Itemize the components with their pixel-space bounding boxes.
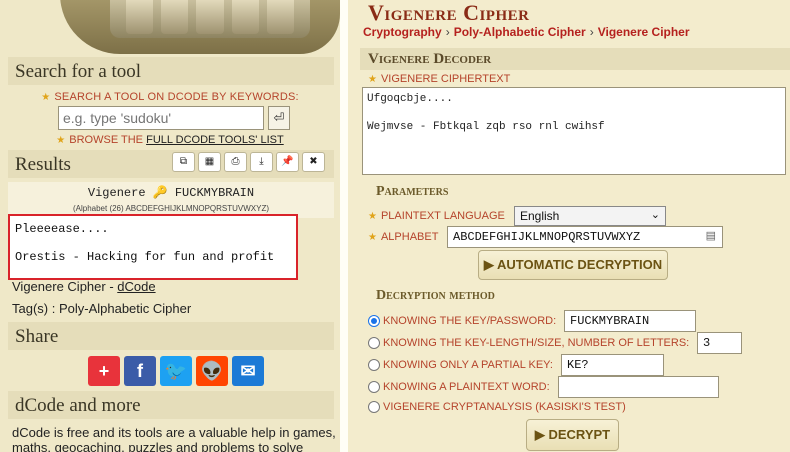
radio-kasiski[interactable] bbox=[368, 401, 380, 413]
method-partial-key-option[interactable]: Knowing only a partial key: bbox=[368, 359, 553, 371]
results-toolbar: ⧉ ▦ ⎙ ⤓ 📌 ✖ bbox=[172, 152, 325, 172]
decryption-method-title: Decryption method bbox=[376, 288, 495, 303]
result-title: Vigenere 🔑 FUCKMYBRAIN bbox=[87, 186, 255, 200]
decoder-title: Vigenere Decoder bbox=[360, 48, 790, 70]
partial-key-input[interactable]: KE? bbox=[561, 354, 664, 376]
key-input[interactable]: FUCKMYBRAIN bbox=[564, 310, 696, 332]
breadcrumb-poly-alphabetic[interactable]: Poly-Alphabetic Cipher bbox=[454, 25, 586, 39]
clipboard-icon[interactable]: ▤ bbox=[706, 229, 716, 245]
plaintext-word-input[interactable] bbox=[558, 376, 719, 398]
full-tools-list-link[interactable]: full dCode tools' list bbox=[146, 134, 284, 146]
star-icon: ★ bbox=[56, 135, 66, 146]
ciphertext-input[interactable]: Ufgoqcbje.... Wejmvse - Fbtkqal zqb rso … bbox=[362, 87, 786, 175]
automatic-decryption-button[interactable]: ▶ Automatic Decryption bbox=[478, 250, 668, 280]
breadcrumb-cryptography[interactable]: Cryptography bbox=[363, 25, 442, 39]
radio-key[interactable] bbox=[368, 315, 380, 327]
search-label: ★ Search a tool on dCode by keywords: bbox=[41, 91, 299, 103]
method-key-option[interactable]: Knowing the key/password: bbox=[368, 315, 556, 327]
method-kasiski-option[interactable]: Vigenere cryptanalysis (Kasiski's test) bbox=[368, 401, 626, 413]
star-icon: ★ bbox=[368, 232, 377, 243]
sidebar: Search for a tool ★ Search a tool on dCod… bbox=[0, 0, 340, 452]
browse-tools-line: ★ Browse the full dCode tools' list bbox=[56, 134, 284, 146]
about-text: dCode is free and its tools are a valuab… bbox=[12, 425, 336, 452]
key-length-input[interactable]: 3 bbox=[697, 332, 742, 354]
cryptex-logo-image bbox=[110, 0, 310, 38]
breadcrumb-vigenere[interactable]: Vigenere Cipher bbox=[598, 25, 690, 39]
share-title: Share bbox=[8, 322, 334, 350]
alphabet-label: ★ Alphabet bbox=[368, 231, 439, 243]
result-plaintext[interactable]: Pleeeease.... Orestis - Hacking for fun … bbox=[8, 214, 298, 280]
print-icon[interactable]: ⎙ bbox=[224, 152, 247, 172]
chevron-down-icon: ⌄ bbox=[650, 209, 660, 221]
close-icon[interactable]: ✖ bbox=[302, 152, 325, 172]
language-select[interactable]: English ⌄ bbox=[514, 206, 666, 226]
download-icon[interactable]: ⤓ bbox=[250, 152, 273, 172]
email-icon[interactable]: ✉ bbox=[232, 356, 264, 386]
ciphertext-label: ★ Vigenere Ciphertext bbox=[368, 73, 511, 85]
result-alphabet-note: (Alphabet (26) ABCDEFGHIJKLMNOPQRSTUVWXY… bbox=[72, 204, 270, 213]
facebook-icon[interactable]: f bbox=[124, 356, 156, 386]
save-icon[interactable]: ▦ bbox=[198, 152, 221, 172]
column-divider bbox=[340, 0, 348, 452]
decrypt-button[interactable]: ▶ Decrypt bbox=[526, 419, 619, 451]
tags-line: Tag(s) : Poly-Alphabetic Cipher bbox=[12, 301, 192, 316]
dcode-link[interactable]: dCode bbox=[117, 279, 155, 294]
reddit-icon[interactable]: 👽 bbox=[196, 356, 228, 386]
star-icon: ★ bbox=[368, 211, 377, 222]
parameters-title: Parameters bbox=[376, 184, 449, 199]
method-plaintext-word-option[interactable]: Knowing a plaintext word: bbox=[368, 381, 550, 393]
search-input[interactable] bbox=[58, 106, 264, 130]
result-header: Vigenere 🔑 FUCKMYBRAIN (Alphabet (26) AB… bbox=[8, 182, 334, 218]
result-source: Vigenere Cipher - dCode bbox=[12, 279, 156, 294]
search-submit-button[interactable]: ⏎ bbox=[268, 106, 290, 130]
method-key-length-option[interactable]: Knowing the key-length/size, number of l… bbox=[368, 337, 689, 349]
page-title: Vigenere Cipher bbox=[368, 0, 530, 25]
star-icon: ★ bbox=[368, 74, 377, 85]
twitter-icon[interactable]: 🐦 bbox=[160, 356, 192, 386]
star-icon: ★ bbox=[41, 92, 51, 103]
share-buttons: + f 🐦 👽 ✉ bbox=[88, 356, 264, 386]
breadcrumb: Cryptography › Poly-Alphabetic Cipher › Vige… bbox=[363, 25, 690, 39]
search-section-title: Search for a tool bbox=[8, 57, 334, 85]
more-title: dCode and more bbox=[8, 391, 334, 419]
language-label: ★ Plaintext Language bbox=[368, 210, 505, 222]
radio-key-length[interactable] bbox=[368, 337, 380, 349]
pin-icon[interactable]: 📌 bbox=[276, 152, 299, 172]
alphabet-input[interactable]: ABCDEFGHIJKLMNOPQRSTUVWXYZ ▤ bbox=[447, 226, 723, 248]
radio-partial-key[interactable] bbox=[368, 359, 380, 371]
radio-plaintext-word[interactable] bbox=[368, 381, 380, 393]
main-panel: Vigenere Cipher Cryptography › Poly-Alphab… bbox=[348, 0, 790, 452]
copy-icon[interactable]: ⧉ bbox=[172, 152, 195, 172]
addthis-icon[interactable]: + bbox=[88, 356, 120, 386]
dcode-logo[interactable] bbox=[0, 0, 340, 56]
